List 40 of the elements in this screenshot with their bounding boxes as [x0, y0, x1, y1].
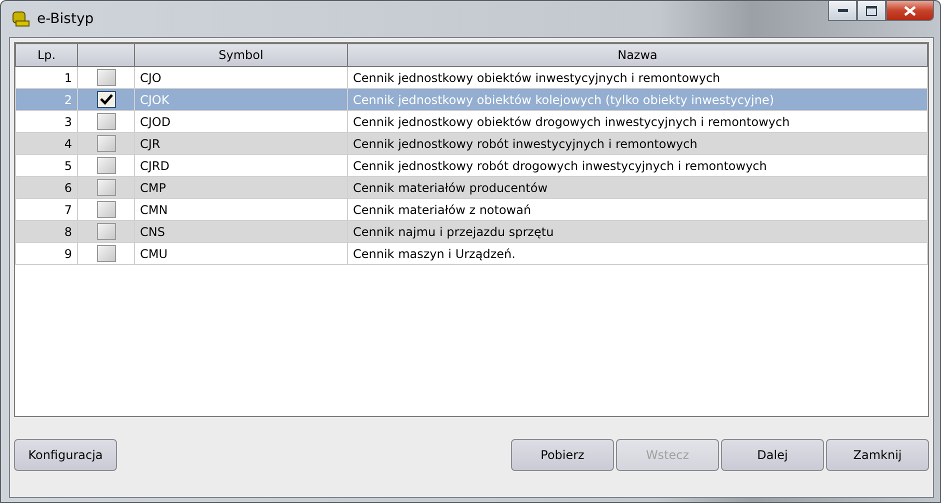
table-row[interactable]: 9 CMU Cennik maszyn i Urządzeń.: [16, 242, 928, 264]
checkbox[interactable]: [96, 223, 116, 240]
column-header[interactable]: Nazwa: [348, 44, 928, 66]
dialog-button[interactable]: Dalej: [721, 439, 824, 471]
checkbox[interactable]: [96, 135, 116, 152]
table-row[interactable]: 7 CMN Cennik materiałów z notowań: [16, 198, 928, 220]
table-row[interactable]: 6 CMP Cennik materiałów producentów: [16, 176, 928, 198]
table-cell: Cennik maszyn i Urządzeń.: [348, 242, 928, 264]
checkbox[interactable]: [96, 157, 116, 174]
checkbox[interactable]: [96, 69, 116, 86]
window-title: e-Bistyp: [37, 11, 95, 27]
table-row[interactable]: 1 CJO Cennik jednostkowy obiektów inwestycyjnych i remontowych: [16, 66, 928, 88]
table-row[interactable]: 5 CJRD Cennik jednostkowy robót drogowych inwestycyjnych i remontowych: [16, 154, 928, 176]
table-cell: 9: [16, 242, 78, 264]
table-cell: Cennik jednostkowy obiektów drogowych inwestycyjnych i remontowych: [348, 110, 928, 132]
table-row[interactable]: 4 CJR Cennik jednostkowy robót inwestycyjnych i remontowych: [16, 132, 928, 154]
table-row[interactable]: 3 CJOD Cennik jednostkowy obiektów drogowych inwestycyjnych i remontowych: [16, 110, 928, 132]
minimize-button[interactable]: [828, 1, 857, 21]
dialog-button[interactable]: Pobierz: [511, 439, 614, 471]
close-button[interactable]: [886, 1, 934, 21]
checkbox[interactable]: [96, 201, 116, 218]
column-header[interactable]: Symbol: [134, 44, 348, 66]
table-cell: CJOD: [134, 110, 348, 132]
checkbox[interactable]: [96, 245, 116, 262]
close-icon: [904, 6, 916, 16]
table-cell: 3: [16, 110, 78, 132]
column-header[interactable]: [78, 44, 134, 66]
checkmark-icon: [100, 94, 112, 105]
maximize-icon: [866, 6, 877, 16]
checkbox[interactable]: [96, 91, 116, 108]
table-row[interactable]: 8 CNS Cennik najmu i przejazdu sprzętu: [16, 220, 928, 242]
dialog-button[interactable]: Zamknij: [826, 439, 929, 471]
minimize-icon: [838, 8, 848, 12]
configuration-button[interactable]: Konfiguracja: [14, 439, 117, 471]
checkbox[interactable]: [96, 179, 116, 196]
column-header[interactable]: Lp.: [16, 44, 78, 66]
maximize-button[interactable]: [857, 1, 886, 21]
table-cell: CMU: [134, 242, 348, 264]
app-icon: [11, 10, 31, 28]
checkbox[interactable]: [96, 113, 116, 130]
